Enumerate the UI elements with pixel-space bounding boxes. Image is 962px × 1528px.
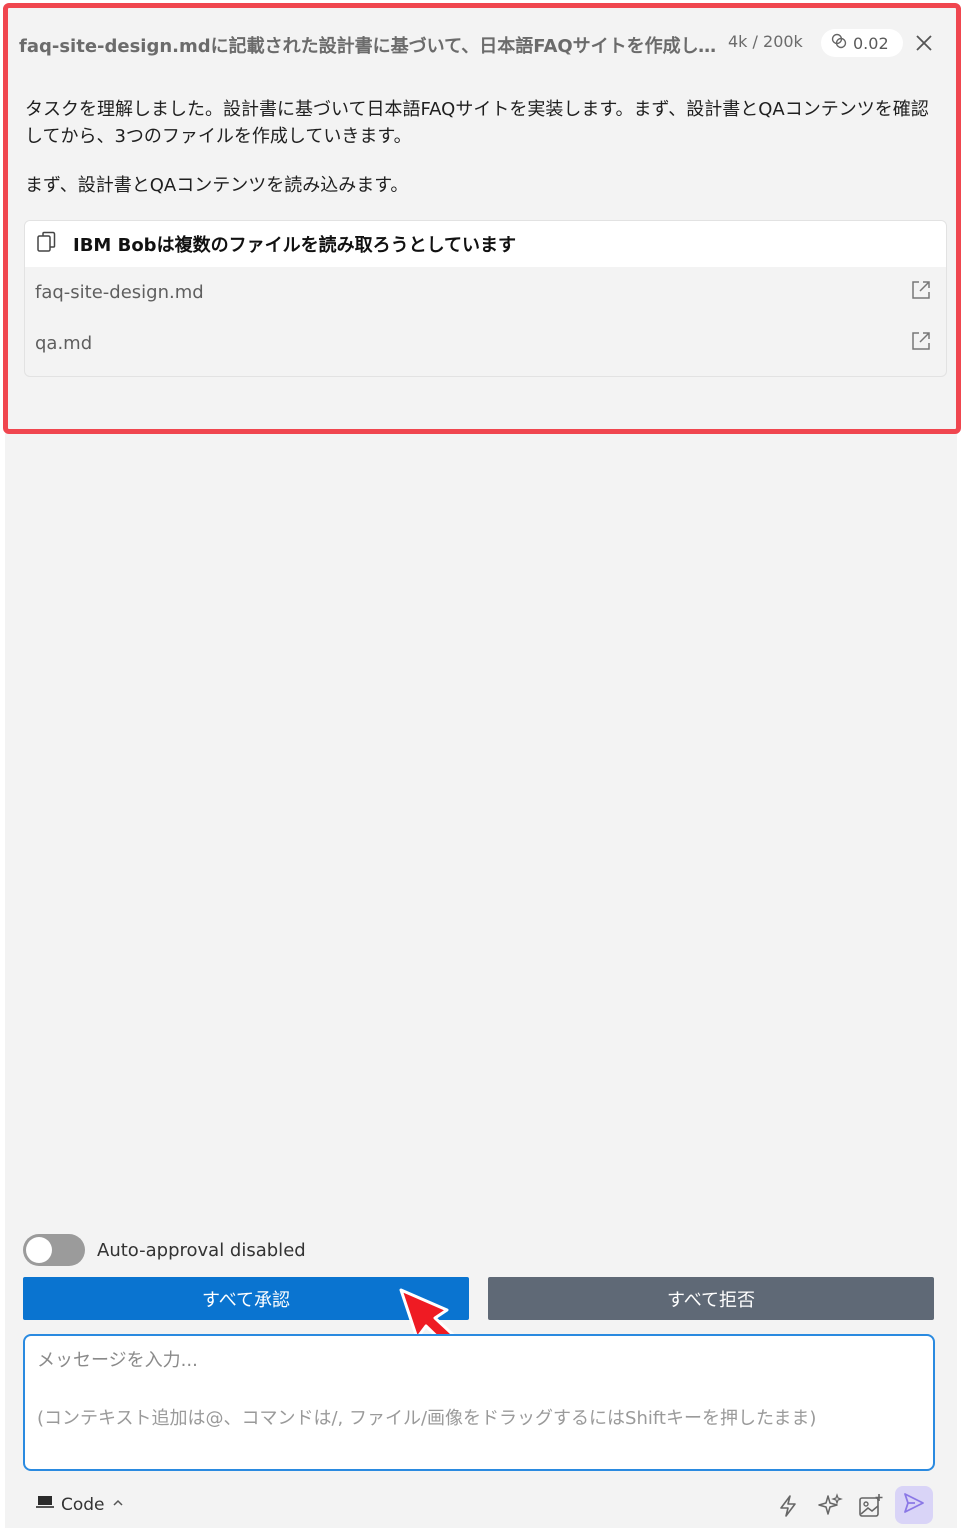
token-count: 4k / 200k	[728, 32, 803, 51]
auto-approval-toggle[interactable]	[23, 1234, 85, 1266]
open-external-icon[interactable]	[910, 279, 932, 306]
input-placeholder: メッセージを入力...	[37, 1350, 198, 1371]
send-icon	[902, 1491, 926, 1519]
copy-files-icon	[35, 230, 59, 259]
chat-panel: faq-site-design.mdに記載された設計書に基づいて、日本語FAQサ…	[5, 8, 957, 1528]
file-item[interactable]: qa.md	[25, 318, 946, 369]
mode-label: Code	[61, 1494, 105, 1515]
file-name: faq-site-design.md	[35, 282, 204, 303]
open-external-icon[interactable]	[910, 330, 932, 357]
auto-approval-label: Auto-approval disabled	[97, 1239, 306, 1261]
reject-all-button[interactable]: すべて拒否	[488, 1277, 934, 1320]
send-button[interactable]	[895, 1486, 933, 1524]
mode-selector[interactable]: Code	[35, 1494, 125, 1515]
laptop-icon	[35, 1494, 55, 1515]
card-header: IBM Bobは複数のファイルを読み取ろうとしています	[25, 221, 946, 267]
assistant-message: タスクを理解しました。設計書に基づいて日本語FAQサイトを実装します。まず、設計…	[25, 99, 929, 147]
close-icon[interactable]	[909, 28, 939, 58]
add-image-icon[interactable]	[855, 1490, 887, 1522]
chevron-up-icon	[111, 1495, 125, 1515]
coins-icon	[831, 33, 847, 53]
file-read-request-card: IBM Bobは複数のファイルを読み取ろうとしています faq-site-des…	[24, 220, 947, 377]
auto-approval-row: Auto-approval disabled	[23, 1234, 306, 1266]
input-hint: (コンテキスト追加は@、コマンドは/, ファイル/画像をドラッグするにはShif…	[37, 1408, 817, 1429]
lightning-icon[interactable]	[772, 1490, 804, 1522]
cost-value: 0.02	[853, 33, 889, 53]
file-item[interactable]: faq-site-design.md	[25, 267, 946, 318]
message-input[interactable]: メッセージを入力... (コンテキスト追加は@、コマンドは/, ファイル/画像を…	[23, 1334, 935, 1471]
cost-badge: 0.02	[821, 29, 903, 57]
task-header: faq-site-design.mdに記載された設計書に基づいて、日本語FAQサ…	[5, 12, 957, 68]
task-title[interactable]: faq-site-design.mdに記載された設計書に基づいて、日本語FAQサ…	[19, 32, 719, 58]
sparkle-icon[interactable]	[814, 1490, 846, 1522]
file-name: qa.md	[35, 333, 93, 354]
assistant-message: まず、設計書とQAコンテンツを読み込みます。	[25, 175, 409, 196]
bottom-toolbar: Code	[5, 1484, 957, 1524]
card-title: IBM Bobは複数のファイルを読み取ろうとしています	[73, 235, 517, 256]
